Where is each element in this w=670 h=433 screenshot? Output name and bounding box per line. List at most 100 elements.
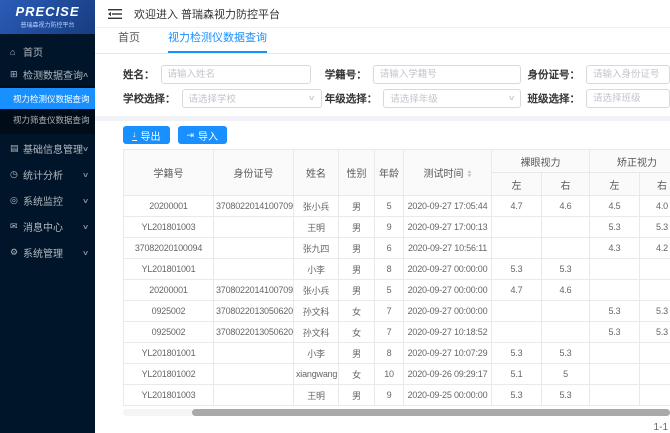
table-cell: 4.0 [640, 196, 670, 217]
sidebar-item-system-monitor[interactable]: ◎ 系统监控 ∨ [0, 189, 95, 212]
content: 姓名： 学籍号： 身份证号： 学校选择： [95, 54, 670, 433]
column-header[interactable]: 测试时间▲▼ [404, 150, 492, 196]
table-row: YL201801002xiangwang女102020-09-26 09:29:… [124, 364, 670, 385]
document-icon: ▤ [10, 143, 23, 154]
table-cell: 9 [375, 217, 404, 238]
sidebar-item-label: 首页 [23, 44, 88, 59]
table-cell: 8 [375, 259, 404, 280]
table-head: 学籍号身份证号姓名性别年龄测试时间▲▼裸眼视力矫正视力左右左右 [124, 150, 670, 196]
table-cell [492, 238, 542, 259]
data-table: 学籍号身份证号姓名性别年龄测试时间▲▼裸眼视力矫正视力左右左右 20200001… [123, 149, 670, 406]
table-cell: 男 [339, 280, 375, 301]
horizontal-scrollbar-track [123, 409, 670, 416]
import-button-label: 导入 [198, 128, 218, 143]
table-cell: 2020-09-27 00:00:00 [404, 301, 492, 322]
sidebar-item-statistics[interactable]: ◷ 统计分析 ∨ [0, 163, 95, 186]
export-button-label: 导出 [141, 128, 161, 143]
table-cell [640, 385, 670, 406]
table-row: 20200001370802201410070919张小兵男52020-09-2… [124, 196, 670, 217]
table-cell: 2020-09-27 00:00:00 [404, 259, 492, 280]
tab-home[interactable]: 首页 [118, 29, 140, 53]
logo-subtitle: 普瑞森视力防控平台 [20, 20, 74, 29]
sidebar-subitem-vision-detector-query[interactable]: 视力检测仪数据查询 [0, 88, 95, 109]
table-cell [214, 343, 294, 364]
table-cell: 5.3 [590, 217, 640, 238]
column-header: 学籍号 [124, 150, 214, 196]
class-filter-label: 班级选择： [528, 91, 581, 106]
table-row: 20200001370802201410070919张小兵男52020-09-2… [124, 280, 670, 301]
sidebar-item-label: 消息中心 [23, 219, 83, 234]
table-cell: 10 [375, 364, 404, 385]
table-cell [542, 238, 590, 259]
sidebar-subitem-label: 视力检测仪数据查询 [13, 93, 90, 105]
table-cell: 4.7 [492, 196, 542, 217]
sidebar-item-message-center[interactable]: ✉ 消息中心 ∨ [0, 215, 95, 238]
table-cell: 370802201305062028 [214, 322, 294, 343]
table-cell [214, 385, 294, 406]
name-input[interactable] [161, 65, 311, 84]
sort-icon[interactable]: ▲▼ [467, 170, 472, 178]
student-id-input[interactable] [373, 65, 521, 84]
table-cell: 男 [339, 196, 375, 217]
table-row: 0925002370802201305062028孙文科女72020-09-27… [124, 301, 670, 322]
table-cell: 5.3 [542, 343, 590, 364]
table-cell: 男 [339, 385, 375, 406]
table-cell: 女 [339, 301, 375, 322]
sidebar-item-label: 系统管理 [23, 245, 83, 260]
table-cell: 4.6 [542, 196, 590, 217]
table-cell: 9 [375, 385, 404, 406]
app-window: PRECISE 普瑞森视力防控平台 ⌂ 首页 ⊞ 检测数据查询 ∧ 视力检测仪数… [0, 0, 670, 433]
chevron-down-icon: ∨ [82, 171, 89, 179]
id-card-input[interactable] [586, 65, 670, 84]
table-row: 37082020100094张九四男62020-09-27 10:56:114.… [124, 238, 670, 259]
sidebar-subitem-vision-screener-query[interactable]: 视力筛查仪数据查询 [0, 109, 95, 130]
table-row: YL201801003王明男92020-09-27 17:00:135.35.3 [124, 217, 670, 238]
export-button[interactable]: ↓ 导出 [123, 126, 170, 144]
table-cell: 5 [375, 196, 404, 217]
tab-vision-detector-query[interactable]: 视力检测仪数据查询 [168, 29, 267, 53]
grade-select[interactable]: 请选择年级 ∨ [383, 89, 521, 108]
class-input[interactable] [586, 89, 670, 108]
sidebar-subitem-label: 视力筛查仪数据查询 [13, 114, 90, 126]
table-cell: xiangwang [294, 364, 339, 385]
tab-bar: 首页 视力检测仪数据查询 [95, 28, 670, 54]
table-cell [214, 364, 294, 385]
top-header: 欢迎进入 普瑞森视力防控平台 [95, 0, 670, 28]
table-cell: 张九四 [294, 238, 339, 259]
table-cell [640, 259, 670, 280]
sidebar-item-base-info[interactable]: ▤ 基础信息管理 ∨ [0, 137, 95, 160]
table-cell: 2020-09-25 00:00:00 [404, 385, 492, 406]
sidebar-item-label: 检测数据查询 [23, 67, 83, 82]
table-cell: YL201801003 [124, 385, 214, 406]
menu-fold-icon[interactable] [108, 8, 122, 20]
table-row: YL201801001小李男82020-09-27 10:07:295.35.3 [124, 343, 670, 364]
school-select[interactable]: 请选择学校 ∨ [182, 89, 322, 108]
table-cell: 女 [339, 364, 375, 385]
horizontal-scrollbar-thumb[interactable] [192, 409, 670, 416]
grade-filter-label: 年级选择： [325, 91, 378, 106]
table-cell: 5.3 [492, 343, 542, 364]
chevron-down-icon: ∨ [82, 197, 89, 205]
home-icon: ⌂ [10, 47, 23, 57]
table-cell [214, 259, 294, 280]
table-cell: YL201801001 [124, 343, 214, 364]
table-cell: 2020-09-27 10:18:52 [404, 322, 492, 343]
import-button[interactable]: ⇥ 导入 [178, 126, 228, 144]
sidebar-item-system-manage[interactable]: ⚙ 系统管理 ∨ [0, 241, 95, 264]
sidebar-item-home[interactable]: ⌂ 首页 [0, 40, 95, 63]
sidebar: PRECISE 普瑞森视力防控平台 ⌂ 首页 ⊞ 检测数据查询 ∧ 视力检测仪数… [0, 0, 95, 433]
table-cell [590, 280, 640, 301]
table-cell: 小李 [294, 343, 339, 364]
table-cell: 张小兵 [294, 196, 339, 217]
main-area: 欢迎进入 普瑞森视力防控平台 首页 视力检测仪数据查询 姓名： 学籍号： [95, 0, 670, 433]
table-cell: 0925002 [124, 301, 214, 322]
column-group-header: 裸眼视力 [492, 150, 590, 173]
table-cell: 20200001 [124, 196, 214, 217]
table-cell: 2020-09-27 17:00:13 [404, 217, 492, 238]
sidebar-item-detect-data-query[interactable]: ⊞ 检测数据查询 ∧ [0, 63, 95, 86]
table-cell [214, 238, 294, 259]
table-cell: 2020-09-26 09:29:17 [404, 364, 492, 385]
student-id-filter-label: 学籍号： [325, 67, 367, 82]
table-cell [492, 301, 542, 322]
table-cell: 王明 [294, 385, 339, 406]
